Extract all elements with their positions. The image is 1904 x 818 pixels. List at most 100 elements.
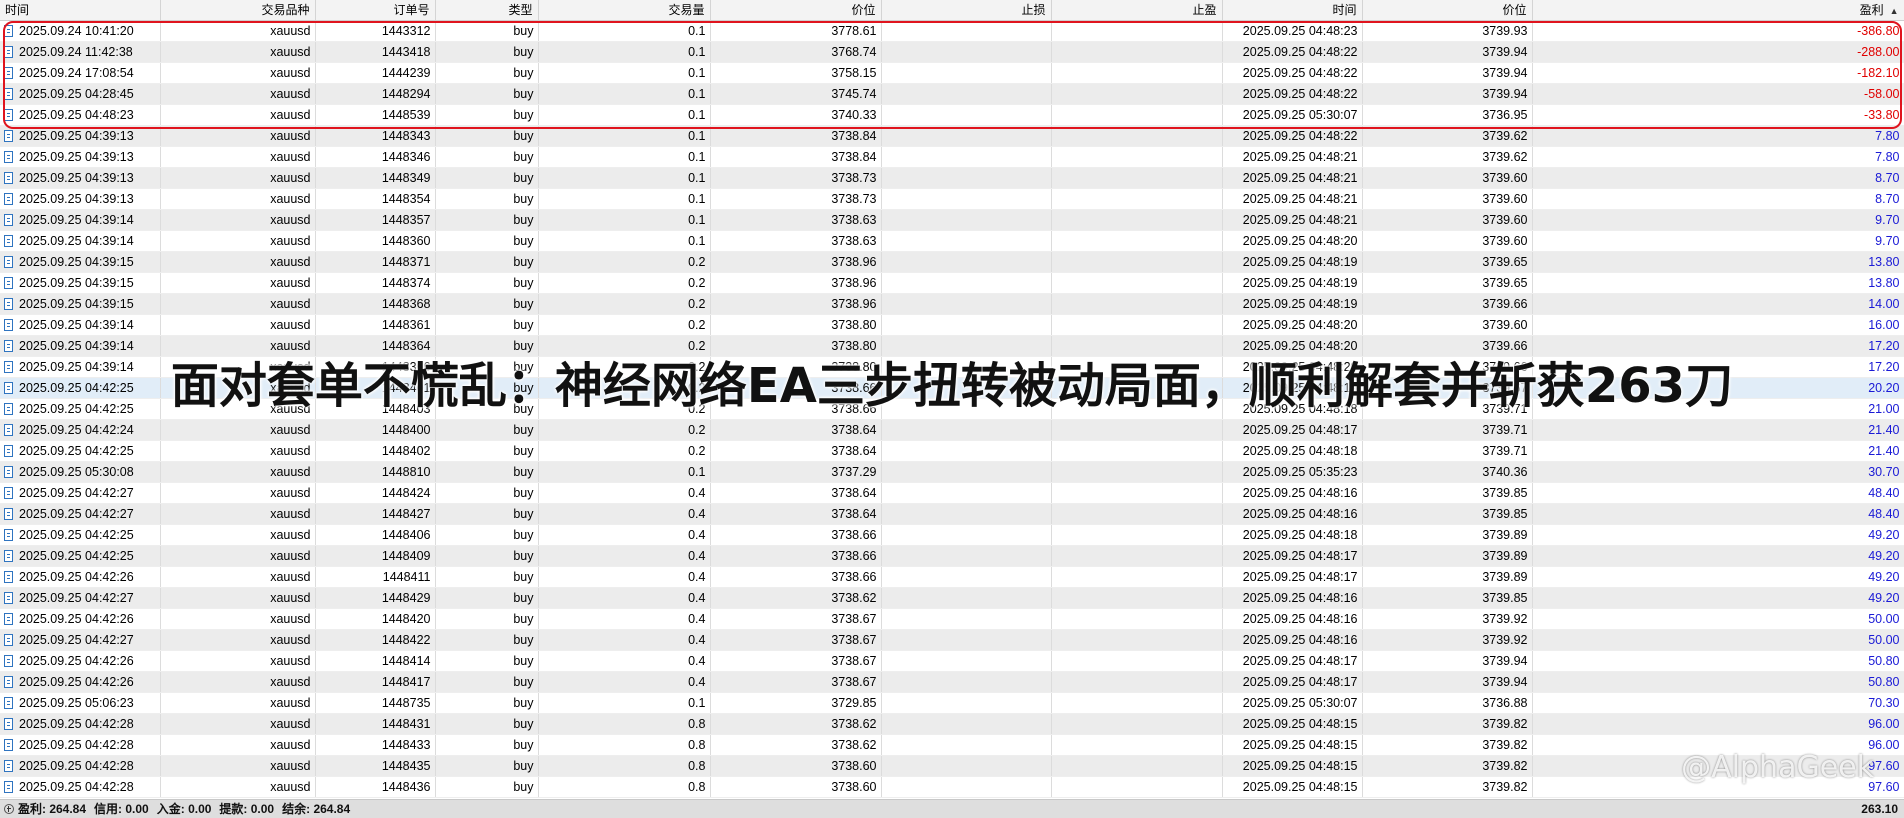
cell-profit: 50.00: [1532, 608, 1904, 630]
cell-close_price: 3739.65: [1362, 272, 1533, 294]
table-row[interactable]: 2025.09.25 04:39:13 xauusd 1448354 buy 0.1 37…: [0, 188, 1904, 210]
table-row[interactable]: 2025.09.25 04:42:25 xauusd 1448403 buy 0.2 37…: [0, 398, 1904, 420]
table-row[interactable]: 2025.09.25 04:39:14 xauusd 1448361 buy 0.2 37…: [0, 314, 1904, 336]
cell-close_price: 3739.71: [1362, 440, 1533, 462]
table-row[interactable]: 2025.09.25 04:42:25 xauusd 1448406 buy 0.4 37…: [0, 524, 1904, 546]
cell-tp: [1051, 230, 1223, 252]
column-header-type[interactable]: 类型: [435, 0, 539, 21]
cell-close_price: 3739.94: [1362, 671, 1533, 693]
table-row[interactable]: 2025.09.25 04:42:26 xauusd 1448420 buy 0.4 37…: [0, 608, 1904, 630]
cell-symbol: xauusd: [160, 356, 316, 378]
cell-open_price: 3738.96: [710, 251, 882, 273]
table-row[interactable]: 2025.09.25 04:39:15 xauusd 1448371 buy 0.2 37…: [0, 251, 1904, 273]
cell-type: buy: [435, 251, 539, 273]
cell-symbol: xauusd: [160, 335, 316, 357]
cell-close_time: 2025.09.25 04:48:15: [1222, 734, 1363, 756]
cell-type: buy: [435, 125, 539, 147]
table-row[interactable]: 2025.09.25 04:39:14 xauusd 1448364 buy 0.2 37…: [0, 335, 1904, 357]
plus-circle-icon[interactable]: [4, 804, 14, 814]
cell-open_price: 3738.64: [710, 440, 882, 462]
column-header-order[interactable]: 订单号: [315, 0, 436, 21]
column-header-volume[interactable]: 交易量: [538, 0, 711, 21]
table-row[interactable]: 2025.09.25 05:30:08 xauusd 1448810 buy 0.1 37…: [0, 461, 1904, 483]
cell-close_price: 3739.62: [1362, 125, 1533, 147]
column-header-sl[interactable]: 止损: [881, 0, 1052, 21]
cell-open_time: 2025.09.25 04:39:13: [0, 188, 161, 210]
column-header-close_price[interactable]: 价位: [1362, 0, 1533, 21]
cell-open_time: 2025.09.24 17:08:54: [0, 62, 161, 84]
cell-open_price: 3738.73: [710, 188, 882, 210]
cell-order: 1448401: [315, 377, 436, 399]
cell-volume: 0.2: [538, 314, 711, 336]
table-row[interactable]: 2025.09.25 05:06:23 xauusd 1448735 buy 0.1 37…: [0, 692, 1904, 714]
cell-type: buy: [435, 20, 539, 42]
cell-open_time: 2025.09.25 04:42:27: [0, 503, 161, 525]
column-header-close_time[interactable]: 时间: [1222, 0, 1363, 21]
summary-item: 提款: 0.00: [219, 802, 275, 816]
table-row[interactable]: 2025.09.25 04:42:28 xauusd 1448435 buy 0.8 37…: [0, 755, 1904, 777]
document-icon: [4, 549, 13, 562]
table-row[interactable]: 2025.09.25 04:39:13 xauusd 1448346 buy 0.1 37…: [0, 146, 1904, 168]
table-body: 2025.09.24 10:41:20 xauusd 1443312 buy 0.1 37…: [0, 20, 1904, 798]
table-row[interactable]: 2025.09.25 04:42:26 xauusd 1448417 buy 0.4 37…: [0, 671, 1904, 693]
document-icon: [4, 633, 13, 646]
table-row[interactable]: 2025.09.25 04:48:23 xauusd 1448539 buy 0.1 37…: [0, 104, 1904, 126]
document-icon: [4, 738, 13, 751]
cell-volume: 0.1: [538, 20, 711, 42]
table-row[interactable]: 2025.09.25 04:39:15 xauusd 1448374 buy 0.2 37…: [0, 272, 1904, 294]
cell-symbol: xauusd: [160, 398, 316, 420]
cell-open_time: 2025.09.25 04:42:26: [0, 608, 161, 630]
cell-sl: [881, 503, 1052, 525]
table-row[interactable]: 2025.09.24 11:42:38 xauusd 1443418 buy 0.1 37…: [0, 41, 1904, 63]
table-row[interactable]: 2025.09.25 04:42:28 xauusd 1448431 buy 0.8 37…: [0, 713, 1904, 735]
table-row[interactable]: 2025.09.25 04:42:27 xauusd 1448424 buy 0.4 37…: [0, 482, 1904, 504]
document-icon: [4, 696, 13, 709]
table-row[interactable]: 2025.09.25 04:42:25 xauusd 1448402 buy 0.2 37…: [0, 440, 1904, 462]
table-row[interactable]: 2025.09.25 04:42:26 xauusd 1448411 buy 0.4 37…: [0, 566, 1904, 588]
table-row[interactable]: 2025.09.25 04:42:28 xauusd 1448436 buy 0.8 37…: [0, 776, 1904, 798]
cell-profit: -288.00: [1532, 41, 1904, 63]
table-row[interactable]: 2025.09.25 04:39:14 xauusd 1448360 buy 0.1 37…: [0, 230, 1904, 252]
cell-close_time: 2025.09.25 04:48:17: [1222, 671, 1363, 693]
table-row[interactable]: 2025.09.25 04:39:14 xauusd 1448357 buy 0.1 37…: [0, 209, 1904, 231]
table-row[interactable]: 2025.09.25 04:42:26 xauusd 1448414 buy 0.4 37…: [0, 650, 1904, 672]
document-icon: [4, 381, 13, 394]
column-header-open_time[interactable]: 时间: [0, 0, 161, 21]
cell-type: buy: [435, 608, 539, 630]
column-header-open_price[interactable]: 价位: [710, 0, 882, 21]
table-row[interactable]: 2025.09.25 04:39:14 xauusd 1448366 buy 0.2 37…: [0, 356, 1904, 378]
cell-symbol: xauusd: [160, 776, 316, 798]
cell-order: 1448429: [315, 587, 436, 609]
sort-ascending-icon[interactable]: ▲: [1890, 6, 1899, 16]
table-row[interactable]: 2025.09.25 04:42:27 xauusd 1448427 buy 0.4 37…: [0, 503, 1904, 525]
document-icon: [4, 45, 13, 58]
cell-text: 2025.09.25 04:39:13: [19, 191, 134, 206]
column-header-profit[interactable]: 盈利 ▲: [1532, 0, 1904, 21]
cell-close_price: 3739.82: [1362, 713, 1533, 735]
cell-sl: [881, 377, 1052, 399]
column-header-tp[interactable]: 止盈: [1051, 0, 1223, 21]
table-row[interactable]: 2025.09.25 04:42:27 xauusd 1448422 buy 0.4 37…: [0, 629, 1904, 651]
cell-text: 2025.09.25 04:42:24: [19, 422, 134, 437]
column-header-symbol[interactable]: 交易品种: [160, 0, 316, 21]
cell-tp: [1051, 20, 1223, 42]
document-icon: [4, 297, 13, 310]
table-row[interactable]: 2025.09.25 04:28:45 xauusd 1448294 buy 0.1 37…: [0, 83, 1904, 105]
cell-close_price: 3739.89: [1362, 524, 1533, 546]
cell-volume: 0.1: [538, 167, 711, 189]
table-row[interactable]: 2025.09.25 04:39:15 xauusd 1448368 buy 0.2 37…: [0, 293, 1904, 315]
table-row[interactable]: 2025.09.25 04:42:25 xauusd 1448401 buy 0.2 37…: [0, 377, 1904, 399]
cell-close_price: 3739.94: [1362, 83, 1533, 105]
table-row[interactable]: 2025.09.25 04:42:28 xauusd 1448433 buy 0.8 37…: [0, 734, 1904, 756]
table-row[interactable]: 2025.09.25 04:39:13 xauusd 1448349 buy 0.1 37…: [0, 167, 1904, 189]
table-row[interactable]: 2025.09.25 04:42:24 xauusd 1448400 buy 0.2 37…: [0, 419, 1904, 441]
cell-type: buy: [435, 734, 539, 756]
document-icon: [4, 675, 13, 688]
cell-sl: [881, 587, 1052, 609]
table-row[interactable]: 2025.09.25 04:42:25 xauusd 1448409 buy 0.4 37…: [0, 545, 1904, 567]
cell-profit: 7.80: [1532, 146, 1904, 168]
table-row[interactable]: 2025.09.24 17:08:54 xauusd 1444239 buy 0.1 37…: [0, 62, 1904, 84]
table-row[interactable]: 2025.09.25 04:42:27 xauusd 1448429 buy 0.4 37…: [0, 587, 1904, 609]
table-row[interactable]: 2025.09.25 04:39:13 xauusd 1448343 buy 0.1 37…: [0, 125, 1904, 147]
table-row[interactable]: 2025.09.24 10:41:20 xauusd 1443312 buy 0.1 37…: [0, 20, 1904, 42]
